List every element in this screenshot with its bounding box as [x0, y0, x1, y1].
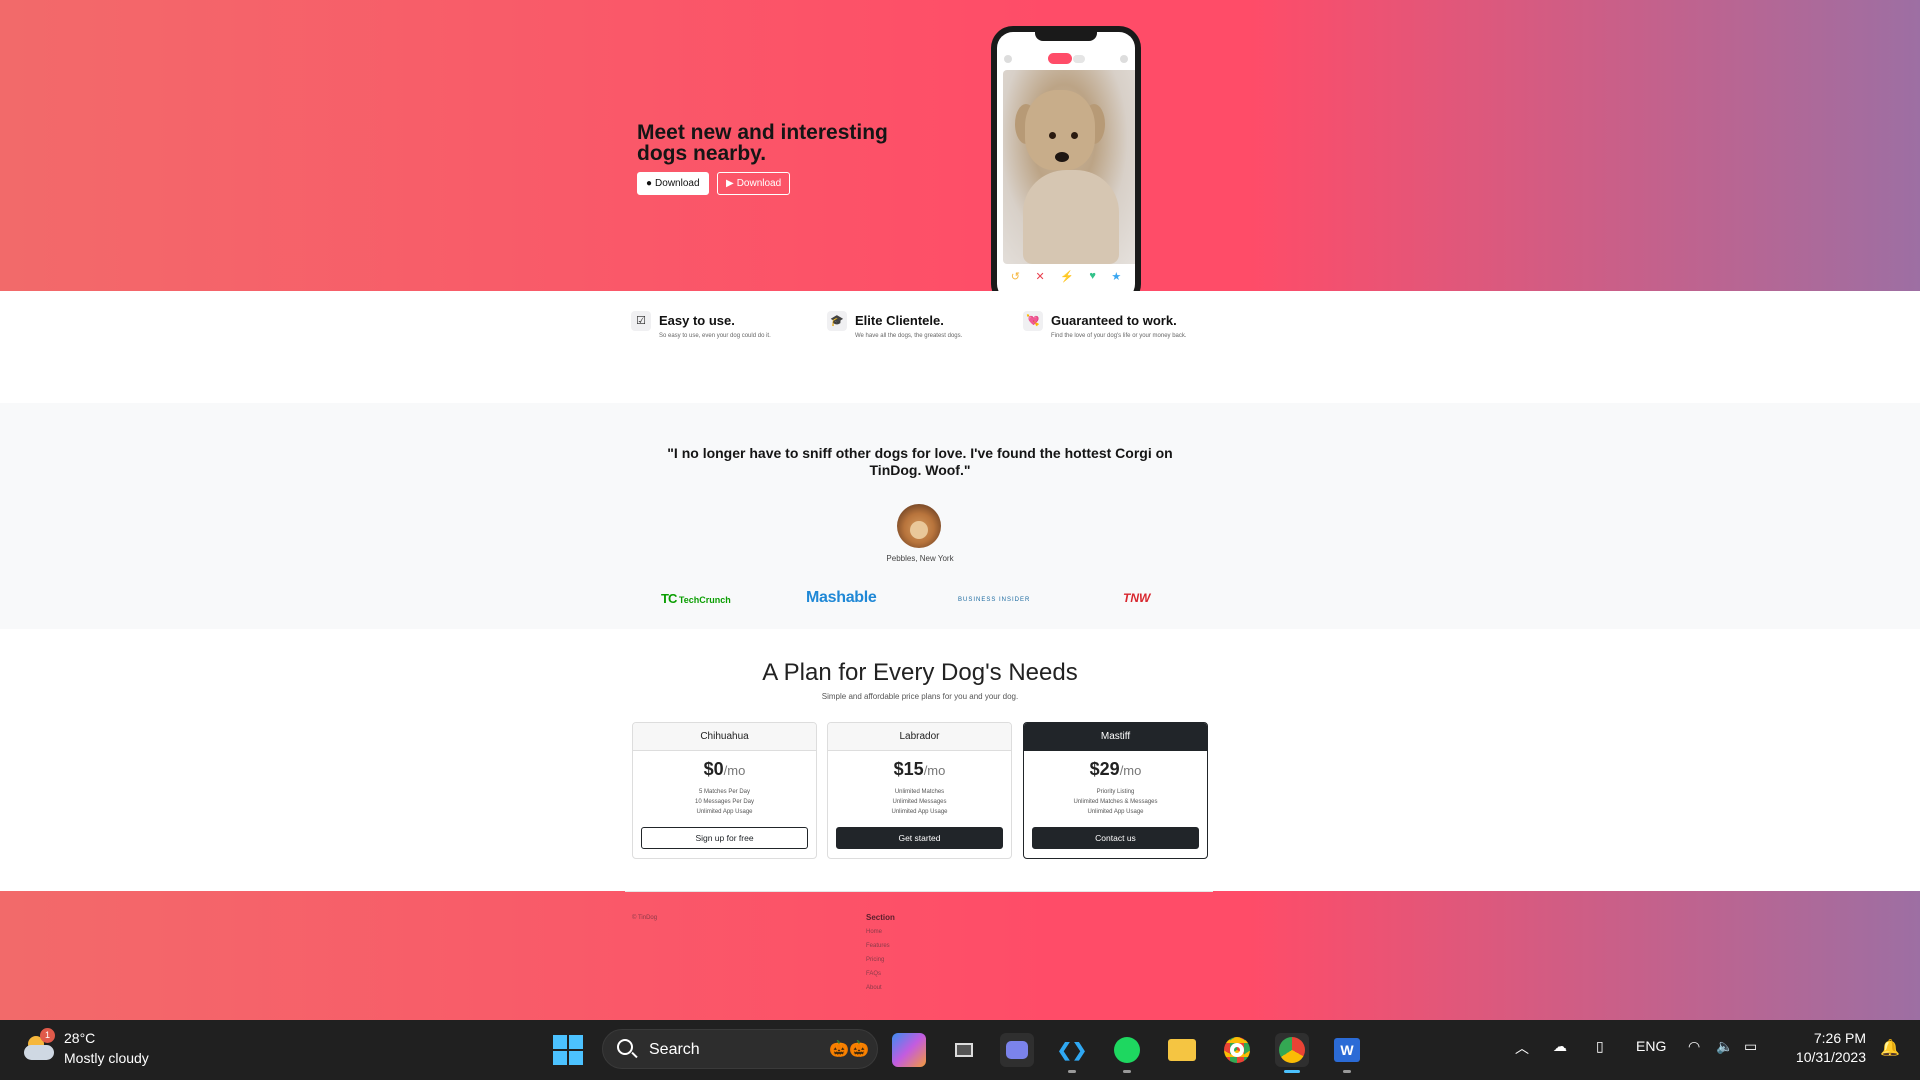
taskbar: 1 28°C Mostly cloudy Search 🎃🎃 ❮❯ W ︿ ☁ … [0, 1020, 1920, 1080]
play-store-icon: ▶ [726, 178, 734, 189]
chrome-profile-icon[interactable] [1275, 1033, 1309, 1073]
mashable-logo: Mashable [806, 589, 877, 606]
teams-meet-icon[interactable] [1000, 1033, 1034, 1067]
business-insider-logo: BUSINESS INSIDER [958, 597, 1031, 603]
feature-description: So easy to use, even your dog could do i… [659, 333, 771, 339]
contact-us-button[interactable]: Contact us [1032, 827, 1199, 849]
sign-up-free-button[interactable]: Sign up for free [641, 827, 808, 849]
phone-action-bar: ↺ ✕ ⚡ ♥ ★ [997, 270, 1135, 283]
chevron-up-icon[interactable]: ︿ [1515, 1038, 1529, 1058]
task-view-icon[interactable] [947, 1033, 981, 1067]
phone-screen: ↺ ✕ ⚡ ♥ ★ [997, 32, 1135, 291]
footer: © TinDog Section Home Features Pricing F… [0, 891, 1920, 1020]
feature-title: Easy to use. [659, 313, 735, 328]
plan-card-chihuahua: Chihuahua $0/mo 5 Matches Per Day 10 Mes… [632, 722, 817, 859]
graduation-cap-icon: 🎓 [827, 311, 847, 331]
phone-app-topbar [997, 52, 1135, 66]
volume-icon[interactable]: 🔈 [1716, 1038, 1733, 1055]
plan-features: 5 Matches Per Day 10 Messages Per Day Un… [694, 789, 755, 815]
vscode-icon[interactable]: ❮❯ [1055, 1033, 1089, 1073]
testimonial-author: Pebbles, New York [886, 554, 954, 563]
testimonial-section: "I no longer have to sniff other dogs fo… [0, 403, 1920, 629]
avatar [897, 504, 941, 548]
date: 10/31/2023 [1795, 1049, 1866, 1065]
chrome-icon[interactable] [1220, 1033, 1254, 1067]
plan-name: Mastiff [1024, 723, 1207, 751]
boost-icon: ⚡ [1060, 271, 1074, 283]
plan-price: $15/mo [893, 759, 946, 779]
techcrunch-wordmark: TechCrunch [678, 595, 731, 605]
weather-condition: Mostly cloudy [64, 1050, 149, 1066]
feature-title: Guaranteed to work. [1051, 313, 1177, 328]
super-like-icon: ★ [1111, 271, 1122, 283]
plan-features: Priority Listing Unlimited Matches & Mes… [1073, 789, 1158, 815]
nope-icon: ✕ [1035, 271, 1045, 283]
techcrunch-mark: TC [661, 591, 677, 606]
hero-section: Meet new and interesting dogs nearby. ● … [0, 0, 1920, 291]
apple-icon: ● [646, 178, 653, 189]
feature-title: Elite Clientele. [855, 313, 944, 328]
plan-name: Labrador [828, 723, 1011, 751]
word-icon[interactable]: W [1330, 1033, 1364, 1073]
onedrive-error-icon[interactable]: ☁ [1553, 1038, 1567, 1055]
usb-device-icon[interactable]: ▯ [1596, 1038, 1604, 1055]
plan-price: $29/mo [1089, 759, 1142, 779]
messages-icon [1120, 55, 1128, 63]
footer-link-home[interactable]: Home [866, 929, 882, 935]
get-started-button[interactable]: Get started [836, 827, 1003, 849]
feature-description: Find the love of your dog's life or your… [1051, 333, 1187, 339]
footer-divider [625, 891, 1213, 892]
plan-price: $0/mo [703, 759, 746, 779]
footer-section-title: Section [866, 913, 895, 922]
search-icon [617, 1039, 633, 1055]
play-store-download-button[interactable]: ▶ Download [717, 172, 790, 195]
wifi-icon[interactable]: ◠ [1688, 1038, 1700, 1055]
battery-icon[interactable]: ▭ [1744, 1038, 1757, 1055]
notification-bell-icon[interactable]: 🔔 [1880, 1038, 1900, 1058]
chat-toggle-icon [1073, 55, 1085, 63]
copyright: © TinDog [632, 915, 658, 921]
weather-badge: 1 [40, 1028, 55, 1043]
time: 7:26 PM [1813, 1030, 1866, 1046]
pricing-subtitle: Simple and affordable price plans for yo… [821, 692, 1019, 701]
footer-link-about[interactable]: About [866, 985, 882, 991]
plan-name: Chihuahua [633, 723, 816, 751]
rewind-icon: ↺ [1010, 271, 1020, 283]
techcrunch-logo: TC TechCrunch [661, 591, 731, 606]
play-download-label: Download [736, 178, 782, 189]
file-explorer-icon[interactable] [1165, 1033, 1199, 1067]
clock[interactable]: 7:26 PM 10/31/2023 [1796, 1029, 1866, 1067]
halloween-decoration-icon: 🎃🎃 [829, 1041, 869, 1058]
plan-card-mastiff: Mastiff $29/mo Priority Listing Unlimite… [1023, 722, 1208, 859]
phone-notch [1035, 32, 1097, 41]
temperature: 28°C [64, 1030, 96, 1046]
phone-mockup: ↺ ✕ ⚡ ♥ ★ [991, 26, 1141, 291]
profile-icon [1004, 55, 1012, 63]
spotify-icon[interactable] [1110, 1033, 1144, 1073]
features-section: ☑ Easy to use. So easy to use, even your… [0, 291, 1920, 403]
dog-photo [1003, 70, 1135, 264]
search-label: Search [649, 1041, 700, 1058]
pricing-title: A Plan for Every Dog's Needs [762, 659, 1078, 686]
footer-link-pricing[interactable]: Pricing [866, 957, 884, 963]
tnw-logo: TNW [1123, 591, 1151, 605]
copilot-icon[interactable] [892, 1033, 926, 1067]
apple-download-button[interactable]: ● Download [637, 172, 709, 195]
hero-title: Meet new and interesting dogs nearby. [637, 121, 888, 165]
taskbar-search[interactable]: Search 🎃🎃 [602, 1029, 878, 1069]
start-button[interactable] [553, 1035, 583, 1065]
footer-link-faqs[interactable]: FAQs [866, 971, 881, 977]
like-icon: ♥ [1089, 270, 1096, 282]
footer-link-features[interactable]: Features [866, 943, 890, 949]
heart-arrow-icon: 💘 [1023, 311, 1043, 331]
apple-download-label: Download [655, 178, 700, 189]
plan-features: Unlimited Matches Unlimited Messages Unl… [891, 789, 948, 815]
flame-toggle-icon [1048, 53, 1072, 64]
testimonial-quote: "I no longer have to sniff other dogs fo… [667, 445, 1173, 478]
language-indicator[interactable]: ENG [1636, 1038, 1666, 1054]
pricing-section: A Plan for Every Dog's Needs Simple and … [0, 629, 1920, 891]
feature-description: We have all the dogs, the greatest dogs. [855, 333, 963, 339]
plan-card-labrador: Labrador $15/mo Unlimited Matches Unlimi… [827, 722, 1012, 859]
check-circle-icon: ☑ [631, 311, 651, 331]
